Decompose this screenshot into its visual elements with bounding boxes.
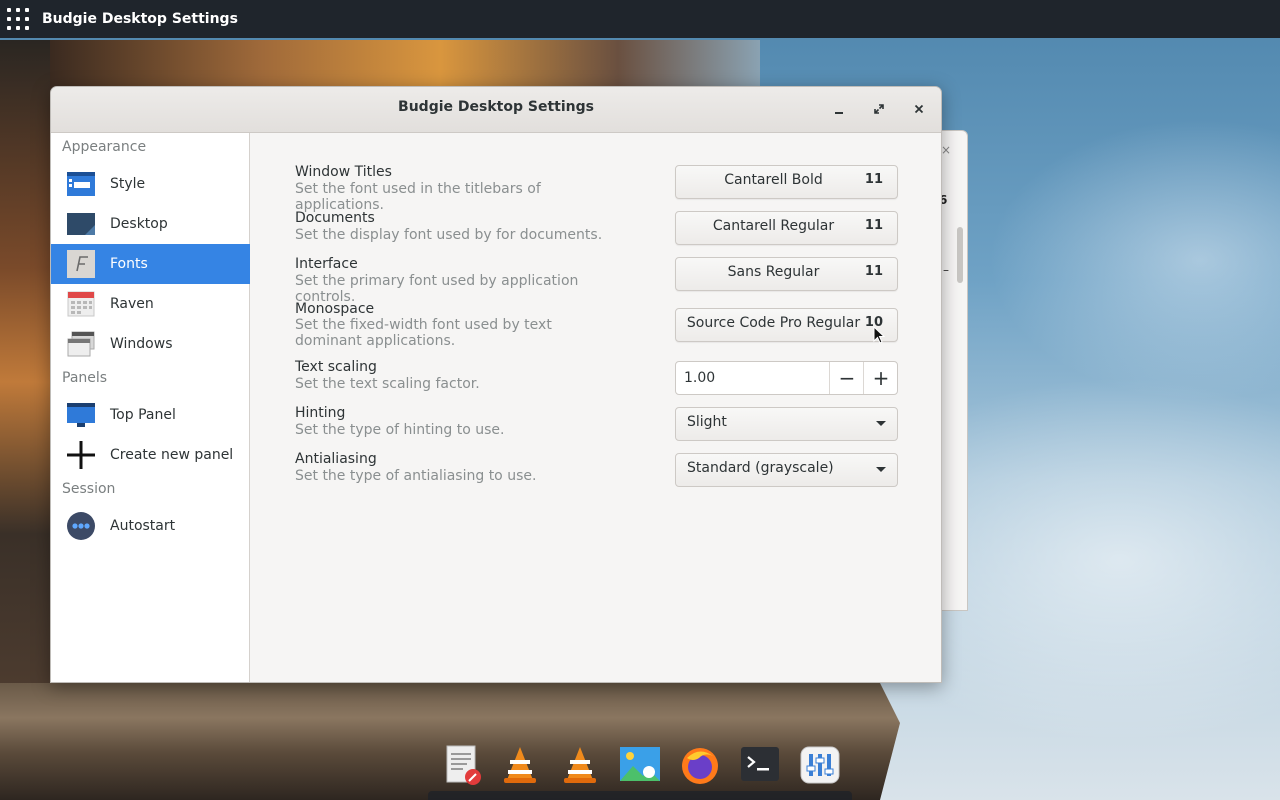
window-titles-description: Set the font used in the titlebars of ap… — [295, 181, 541, 213]
font-name: Source Code Pro Regular — [686, 315, 861, 331]
calendar-icon — [66, 289, 96, 319]
window-title: Budgie Desktop Settings — [398, 99, 594, 115]
vlc-icon — [504, 747, 536, 783]
hinting-selected-value: Slight — [687, 414, 727, 430]
minimize-icon — [835, 112, 843, 114]
mouse-cursor-icon — [873, 326, 885, 344]
sidebar-item-label: Desktop — [110, 216, 168, 232]
sidebar-item-top-panel[interactable]: Top Panel — [51, 395, 250, 435]
minimize-button[interactable] — [827, 97, 851, 121]
window-titles-font-button[interactable]: Cantarell Bold 11 — [675, 165, 898, 199]
text-scaling-label: Text scaling — [295, 359, 377, 375]
documents-font-button[interactable]: Cantarell Regular 11 — [675, 211, 898, 245]
top-panel: Budgie Desktop Settings — [0, 0, 1280, 38]
sidebar: Appearance Style Desktop Fonts Raven Win… — [51, 133, 250, 682]
windows-icon — [66, 329, 96, 359]
panel-active-window-title: Budgie Desktop Settings — [42, 11, 238, 27]
text-scaling-description: Set the text scaling factor. — [295, 376, 480, 392]
text-scaling-decrement-button[interactable]: − — [829, 362, 864, 394]
terminal-icon — [741, 747, 779, 781]
firefox-icon — [682, 748, 718, 784]
dock-item-firefox[interactable] — [678, 743, 722, 787]
antialiasing-label: Antialiasing — [295, 451, 377, 467]
sidebar-item-create-new-panel[interactable]: Create new panel — [51, 435, 250, 475]
font-size: 11 — [864, 172, 883, 187]
font-name: Cantarell Regular — [712, 218, 835, 234]
dock-item-terminal[interactable] — [738, 743, 782, 787]
dock-item-vlc[interactable] — [498, 743, 542, 787]
close-button[interactable] — [907, 97, 931, 121]
sidebar-item-autostart[interactable]: Autostart — [51, 506, 250, 546]
antialiasing-selected-value: Standard (grayscale) — [687, 460, 834, 476]
background-window-dash: – — [943, 263, 949, 277]
desktop-icon — [66, 209, 96, 239]
sidebar-item-label: Fonts — [110, 256, 148, 272]
section-header-appearance: Appearance — [62, 139, 147, 155]
sidebar-item-label: Top Panel — [110, 407, 176, 423]
section-header-panels: Panels — [62, 370, 108, 386]
sidebar-item-label: Autostart — [110, 518, 176, 534]
window-titles-label: Window Titles — [295, 164, 392, 180]
app-grid-icon[interactable] — [7, 8, 29, 30]
style-icon — [66, 169, 96, 199]
wallpaper-rock-top — [50, 40, 760, 88]
interface-label: Interface — [295, 256, 358, 272]
settings-mixer-icon — [800, 746, 840, 784]
text-editor-icon — [446, 745, 481, 785]
antialiasing-dropdown[interactable]: Standard (grayscale) — [675, 453, 898, 487]
sidebar-item-desktop[interactable]: Desktop — [51, 204, 250, 244]
sidebar-item-label: Raven — [110, 296, 154, 312]
sidebar-item-label: Create new panel — [110, 447, 234, 463]
hinting-dropdown[interactable]: Slight — [675, 407, 898, 441]
panel-icon — [66, 400, 96, 430]
close-icon — [914, 104, 924, 114]
monospace-label: Monospace — [295, 301, 375, 317]
text-scaling-input[interactable] — [676, 362, 829, 394]
font-name: Cantarell Bold — [724, 172, 823, 188]
text-scaling-increment-button[interactable]: + — [863, 362, 898, 394]
fonts-settings-panel: Window Titles Set the font used in the t… — [251, 133, 941, 682]
sidebar-item-windows[interactable]: Windows — [51, 324, 250, 364]
dock-item-text-editor[interactable] — [440, 743, 484, 787]
dock-item-settings[interactable] — [798, 743, 842, 787]
hinting-label: Hinting — [295, 405, 346, 421]
settings-window: Budgie Desktop Settings Appearance Style — [50, 86, 942, 683]
sidebar-item-fonts[interactable]: Fonts — [51, 244, 250, 284]
dock-item-vlc-2[interactable] — [558, 743, 602, 787]
headerbar[interactable]: Budgie Desktop Settings — [51, 87, 941, 133]
image-viewer-icon — [620, 747, 660, 781]
dock-item-image-viewer[interactable] — [618, 743, 662, 787]
dropdown-arrow-icon — [876, 467, 886, 472]
sidebar-item-style[interactable]: Style — [51, 164, 250, 204]
background-window-close-icon[interactable]: × — [941, 143, 951, 157]
hinting-description: Set the type of hinting to use. — [295, 422, 505, 438]
documents-label: Documents — [295, 210, 375, 226]
monospace-description: Set the fixed-width font used by text do… — [295, 317, 552, 349]
maximize-button[interactable] — [867, 97, 891, 121]
section-header-session: Session — [62, 481, 116, 497]
vlc-icon — [564, 747, 596, 783]
autostart-icon — [66, 511, 96, 541]
background-window-scrollbar[interactable] — [957, 227, 963, 283]
interface-font-button[interactable]: Sans Regular 11 — [675, 257, 898, 291]
sidebar-item-label: Style — [110, 176, 146, 192]
monospace-font-button[interactable]: Source Code Pro Regular 10 — [675, 308, 898, 342]
fonts-icon — [66, 249, 96, 279]
sidebar-item-label: Windows — [110, 336, 173, 352]
sidebar-item-raven[interactable]: Raven — [51, 284, 250, 324]
dock — [428, 791, 852, 800]
maximize-icon — [874, 104, 884, 114]
font-size: 11 — [864, 264, 883, 279]
font-name: Sans Regular — [727, 264, 820, 280]
dropdown-arrow-icon — [876, 421, 886, 426]
font-size: 11 — [864, 218, 883, 233]
plus-icon — [66, 440, 96, 470]
antialiasing-description: Set the type of antialiasing to use. — [295, 468, 537, 484]
text-scaling-spinbutton: − + — [675, 361, 898, 395]
documents-description: Set the display font used by for documen… — [295, 227, 603, 243]
